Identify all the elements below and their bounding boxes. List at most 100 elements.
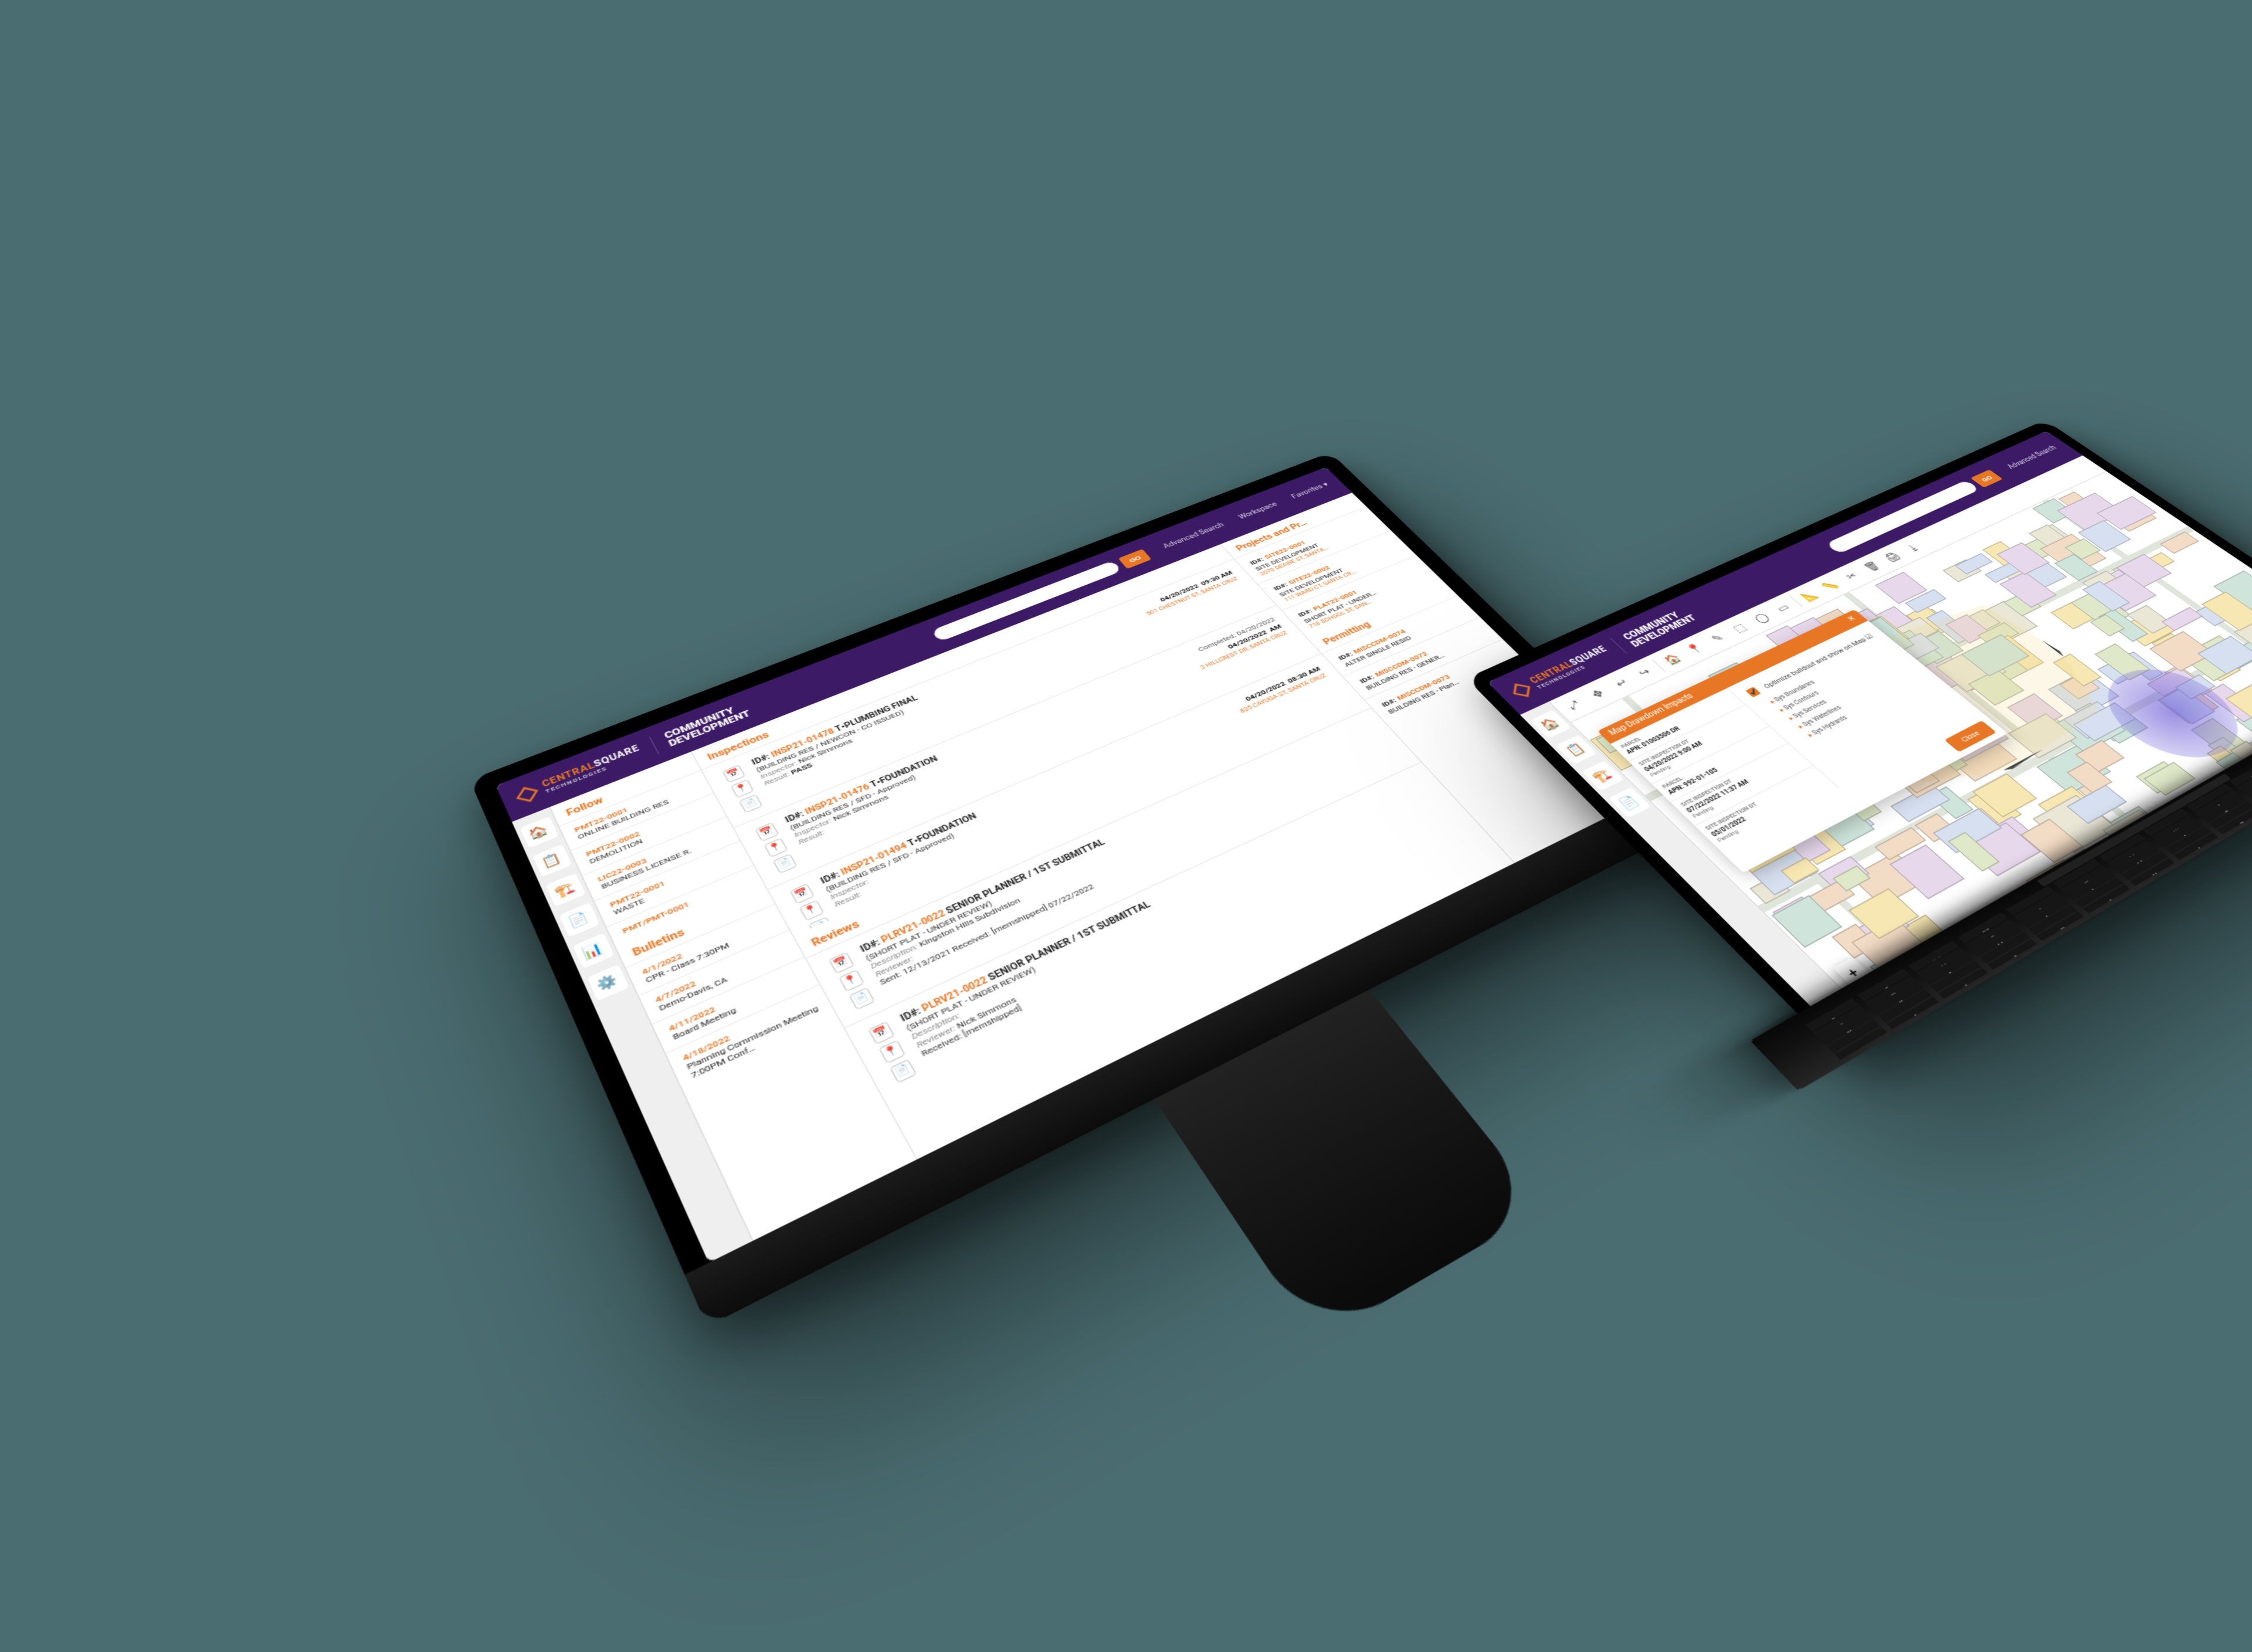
keyboard-key: G (2068, 871, 2115, 901)
brand-name: CENTRALCENTRALSQUARESQUARE (541, 744, 641, 789)
brand-logo-icon (1513, 684, 1530, 697)
map-pin-icon[interactable]: 📍 (799, 900, 824, 921)
keyboard-key: H (2114, 846, 2161, 874)
rail-reports-icon[interactable]: 📊 (572, 933, 613, 969)
laptop-screen: CENTRALSQUARE TECHNOLOGIES COMMUNITY DEV… (1488, 431, 2252, 1042)
map-panel-entry[interactable]: SITE INSPECTION DT05/01/2022Pending (1694, 765, 1838, 850)
follow-item[interactable]: PMT22-0002DEMOLITION (571, 793, 726, 875)
zoom-out-button[interactable]: − (1853, 976, 1893, 1008)
map-zoom-control: + − (1833, 957, 1893, 1008)
follow-title: Follow (550, 752, 700, 826)
bulletins-list: 4/1/2022CPR - Class 7:30PM4/7/2022Demo-D… (626, 904, 840, 1092)
keyboard-key: ` (1834, 1026, 1887, 1060)
document-icon[interactable]: 📄 (809, 917, 835, 936)
map-tool-button[interactable]: ✥ (1581, 682, 1615, 705)
keyboard-key: V (2013, 892, 2062, 922)
card-icon-column: 📅 📍 📄 (864, 1019, 921, 1085)
bulletin-item[interactable]: 4/11/2022Board Meeting (652, 956, 819, 1053)
calendar-icon[interactable]: 📅 (722, 765, 745, 783)
show-on-map-input[interactable] (1745, 687, 1761, 697)
follow-item[interactable]: LIC22-0003BUSINESS LICENSE R. (582, 816, 740, 901)
keyboard-key: fn (1806, 998, 1859, 1032)
keyboard-key: I (2209, 801, 2252, 829)
keyboard-key: S (1923, 954, 1974, 986)
close-icon[interactable]: ✕ (1846, 615, 1859, 623)
map-pin-icon[interactable]: 📍 (764, 837, 788, 857)
desktop-device: CENTRALCENTRALSQUARESQUARE TECHNOLOGIES … (470, 452, 1710, 1327)
rail-permits-icon[interactable]: 🏗️ (545, 873, 585, 907)
keyboard-key: X (1916, 947, 1967, 979)
keyboard-key: ⌥ (1909, 941, 1960, 972)
card-icon-column: 📅 📍 📄 (786, 882, 837, 936)
search-go-button[interactable]: GO (1970, 469, 2003, 487)
keyboard-key: ⌘ (2229, 760, 2252, 786)
calendar-icon[interactable]: 📅 (829, 952, 855, 974)
follow-item[interactable]: PMT22-0001ONLINE BUILDING RES (559, 770, 713, 850)
calendar-icon[interactable]: 📅 (868, 1021, 895, 1044)
keyboard-key: F (2021, 898, 2070, 929)
keyboard-key: K (2202, 795, 2247, 823)
document-icon[interactable]: 📄 (849, 987, 876, 1010)
calendar-icon[interactable]: 📅 (789, 883, 815, 904)
nav-workspace[interactable]: Workspace (1237, 501, 1280, 521)
keyboard-key: Y (2121, 852, 2168, 880)
keyboard-key: B (2060, 866, 2108, 895)
rail-home-icon[interactable]: 🏠 (520, 816, 558, 848)
keyboard-key: 2 (1938, 967, 1989, 999)
desktop-chin (684, 783, 1709, 1327)
brand-subtitle: TECHNOLOGIES (545, 752, 644, 795)
keyboard-key (2099, 834, 2146, 863)
keyboard-key: ↹ (1827, 1019, 1880, 1053)
trackpad[interactable] (2037, 774, 2231, 887)
keyboard-key: 3 (1987, 938, 2037, 970)
rail-records-icon[interactable]: 📋 (532, 844, 571, 877)
document-icon[interactable]: 📄 (772, 853, 797, 874)
left-column: Follow PMT22-0001ONLINE BUILDING RESPMT2… (550, 751, 917, 1240)
keyboard-key: 4 (2036, 911, 2085, 941)
follow-item[interactable]: PMT/PMT-0001 (606, 865, 763, 945)
laptop-device: CENTRALSQUARE TECHNOLOGIES COMMUNITY DEV… (1466, 420, 2252, 1063)
keyboard-key: ⌃ (1858, 969, 1910, 1001)
map-pin-icon[interactable]: 📍 (730, 779, 754, 798)
bulletin-item[interactable]: 4/1/2022CPR - Class 7:30PM (626, 904, 789, 995)
map-column: ⤢✥↩↪🏠📍✎⬚◯▭📐📏✂🗑🖨⤓ Map Drawdown Impacts ✕ … (1549, 456, 2252, 1023)
document-icon[interactable]: 📄 (739, 794, 763, 813)
map-pin-icon[interactable]: 📍 (839, 969, 865, 992)
keyboard-key: U (2166, 826, 2212, 854)
keyboard-key: ⌘ (1958, 912, 2008, 943)
keyboard-key (2144, 809, 2189, 836)
keyboard-key: ⇧ (1813, 1005, 1866, 1039)
search-go-button[interactable]: GO (1118, 549, 1152, 569)
keyboard-key: T (2075, 878, 2123, 908)
keyboard-key: , (2195, 790, 2239, 817)
map-tool-button[interactable]: ⤢ (1557, 693, 1591, 717)
calendar-icon[interactable]: 📅 (755, 822, 779, 842)
brand-divider (649, 737, 659, 754)
keyboard-key: E (1980, 932, 2030, 963)
keyboard-key: M (2151, 815, 2196, 843)
keyboard-key: 1 (1887, 996, 1939, 1030)
record-card[interactable]: 📅 📍 📄 ID#: PLRV21-0022 SENIOR PLANNER / … (806, 707, 1420, 1027)
follow-item[interactable]: PMT22-0001WASTE (594, 840, 753, 927)
map-panel-entry[interactable]: SITE INSPECTION DT07/22/2022 11:37 AMPen… (1670, 743, 1813, 826)
keyboard-key: C (1965, 919, 2015, 950)
zoom-in-button[interactable]: + (1833, 957, 1873, 988)
bulletin-item[interactable]: 4/7/2022Demo-Davis, CA (639, 930, 804, 1023)
keyboard-key: 6 (2128, 857, 2175, 887)
rail-docs-icon[interactable]: 📄 (558, 903, 599, 937)
card-icon-column: 📅 📍 📄 (825, 950, 879, 1012)
bulletins-title: Bulletins (615, 883, 775, 967)
keyboard-key: A (1872, 982, 1924, 1015)
document-icon[interactable]: 📄 (889, 1059, 917, 1084)
keyboard-key (2053, 859, 2101, 888)
nav-favorites[interactable]: Favorites ▾ (1290, 481, 1331, 500)
map-pin-icon[interactable]: 📍 (879, 1040, 906, 1064)
keyboard-key: . (2237, 766, 2252, 792)
follow-list: PMT22-0001ONLINE BUILDING RESPMT22-0002D… (559, 770, 763, 945)
rail-settings-icon[interactable]: ⚙️ (586, 965, 629, 1002)
advanced-search-link[interactable]: Advanced Search (2006, 445, 2059, 470)
keyboard-key: J (2158, 820, 2204, 849)
keyboard-key: ⇪ (1820, 1012, 1873, 1046)
bulletin-item[interactable]: 4/18/2022Planning Commission Meeting 7:0… (666, 984, 839, 1092)
keyboard-key: 8 (2217, 807, 2252, 835)
